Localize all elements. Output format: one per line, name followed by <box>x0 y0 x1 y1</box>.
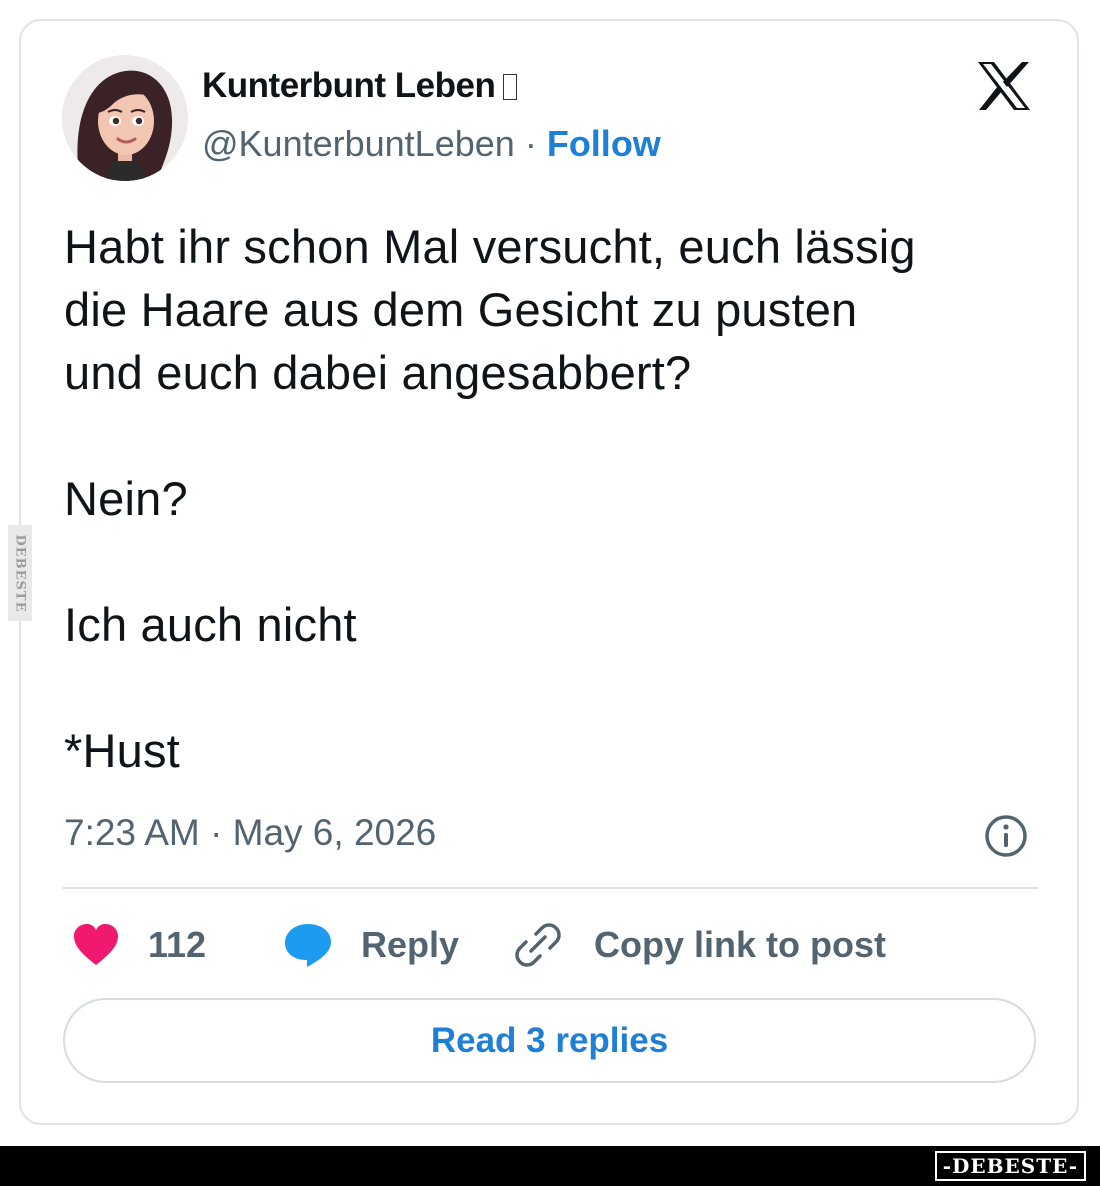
heart-icon <box>74 924 118 965</box>
divider <box>62 887 1038 889</box>
tweet-line: Habt ihr schon Mal versucht, euch lässig <box>64 220 916 273</box>
tweet-timestamp[interactable]: 7:23 AM · May 6, 2026 <box>64 812 436 854</box>
follow-button[interactable]: Follow <box>547 123 661 164</box>
tweet-line: die Haare aus dem Gesicht zu pusten <box>64 283 858 336</box>
tweet-line: Ich auch nicht <box>64 598 357 651</box>
tweet-text: Habt ihr schon Mal versucht, euch lässig… <box>64 215 1044 782</box>
watermark-bar: -DEBESTE- <box>0 1146 1100 1186</box>
side-watermark: DEBESTE <box>8 525 32 621</box>
copy-link-label: Copy link to post <box>594 924 886 965</box>
like-button[interactable] <box>72 915 120 975</box>
author-handle[interactable]: @KunterbuntLeben <box>202 123 515 164</box>
reply-bubble-icon <box>285 924 331 967</box>
author-handle-row: @KunterbuntLeben · Follow <box>202 123 661 165</box>
tweet-line: *Hust <box>64 724 180 777</box>
like-count-text: 112 <box>148 924 207 965</box>
watermark-logo: -DEBESTE- <box>934 1151 1086 1181</box>
copy-link-button[interactable]: Copy link to post <box>514 915 886 975</box>
link-icon <box>515 923 561 967</box>
tweet-line: und euch dabei angesabbert? <box>64 346 692 399</box>
handle-separator: · <box>524 123 537 164</box>
reply-label: Reply <box>361 924 460 965</box>
display-name-text: Kunterbunt Leben <box>202 66 496 105</box>
author-display-name[interactable]: Kunterbunt Leben <box>202 66 518 106</box>
avatar[interactable] <box>62 55 188 181</box>
reply-button[interactable]: Reply <box>283 915 459 975</box>
action-bar: 112 Reply Copy link to post <box>0 915 1100 975</box>
side-watermark-text: DEBESTE <box>12 533 28 613</box>
like-count[interactable]: 112 <box>148 915 206 975</box>
read-replies-button[interactable]: Read 3 replies <box>63 998 1036 1083</box>
x-logo-icon[interactable] <box>974 60 1034 112</box>
info-icon[interactable] <box>983 813 1029 859</box>
emoji-badge-icon <box>503 74 518 100</box>
tweet-line: Nein? <box>64 472 188 525</box>
